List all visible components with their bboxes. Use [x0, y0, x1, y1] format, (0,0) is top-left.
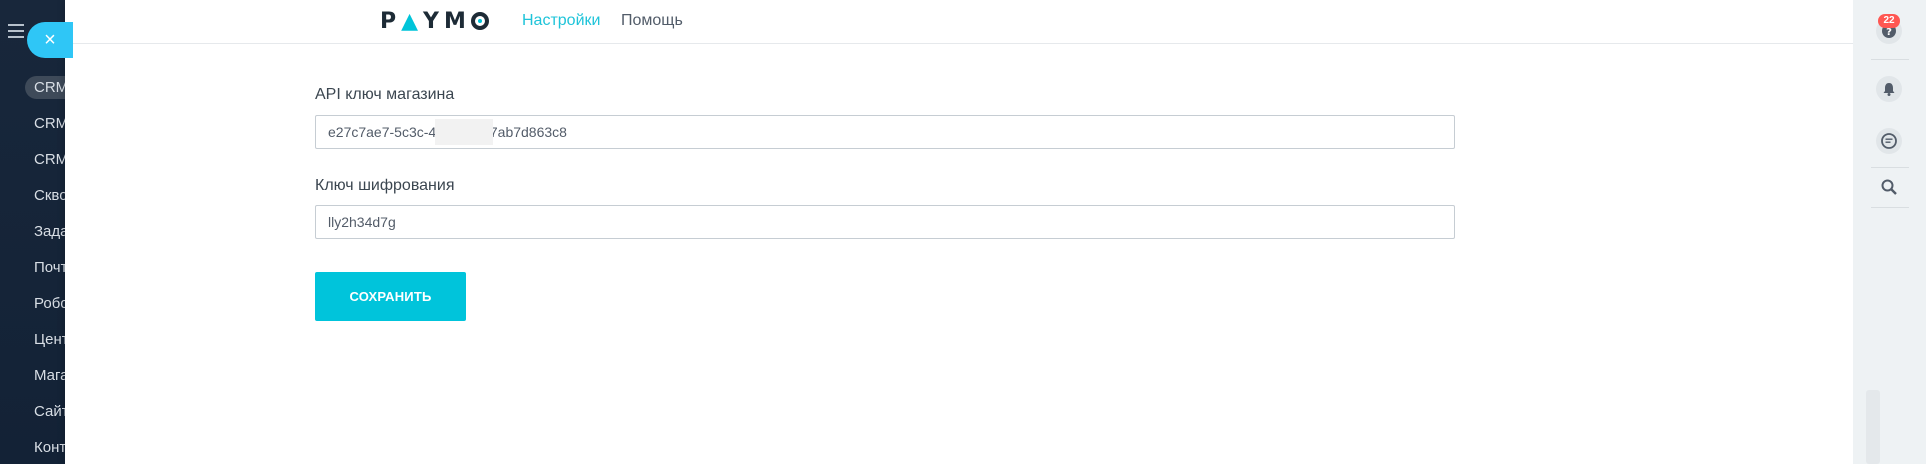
menu-icon[interactable]: [8, 24, 24, 38]
right-toolbar: ?: [1853, 0, 1926, 464]
nav-help-link[interactable]: Помощь: [621, 11, 683, 31]
close-icon: ×: [44, 28, 56, 51]
sidebar-item-center[interactable]: Цент: [0, 322, 70, 358]
main-sidebar: CRM CRM CRM Скво Зада Почт Робо Цент Маг…: [0, 0, 70, 464]
nav-settings-link[interactable]: Настройки: [522, 11, 600, 31]
paymo-logo: P ▲ Y M: [380, 7, 489, 35]
divider: [1871, 167, 1909, 168]
logo-o-icon: [470, 12, 489, 30]
svg-text:?: ?: [1886, 27, 1892, 38]
search-icon[interactable]: [1876, 174, 1902, 200]
api-key-label: API ключ магазина: [315, 86, 455, 103]
sidebar-item-crm-active[interactable]: CRM: [0, 70, 70, 106]
help-badge: 22: [1878, 14, 1900, 28]
sidebar-item-crm-3[interactable]: CRM: [0, 142, 70, 178]
panel-header: P ▲ Y M Настройки Помощь: [65, 0, 1853, 44]
sidebar-item-crm-2[interactable]: CRM: [0, 106, 70, 142]
sidebar-item-shop[interactable]: Мага: [0, 358, 70, 394]
divider: [1871, 59, 1909, 60]
save-button[interactable]: СОХРАНИТЬ: [315, 272, 466, 321]
redacted-region: [435, 119, 493, 145]
sidebar-item-tasks[interactable]: Зада: [0, 214, 70, 250]
encryption-key-label: Ключ шифрования: [315, 177, 455, 194]
sidebar-item-contacts[interactable]: Конт: [0, 430, 70, 464]
encryption-key-input[interactable]: [315, 205, 1455, 239]
bell-icon[interactable]: [1876, 76, 1902, 102]
sidebar-item-robots[interactable]: Робо: [0, 286, 70, 322]
sidebar-item-mail[interactable]: Почт: [0, 250, 70, 286]
close-slider-button[interactable]: ×: [27, 22, 73, 58]
sidebar-item-sites[interactable]: Сайт: [0, 394, 70, 430]
divider: [1871, 207, 1909, 208]
scrollbar[interactable]: [1866, 390, 1880, 464]
chat-icon[interactable]: [1876, 128, 1902, 154]
sidebar-menu: CRM CRM CRM Скво Зада Почт Робо Цент Маг…: [0, 70, 70, 464]
sidebar-item-scrum[interactable]: Скво: [0, 178, 70, 214]
